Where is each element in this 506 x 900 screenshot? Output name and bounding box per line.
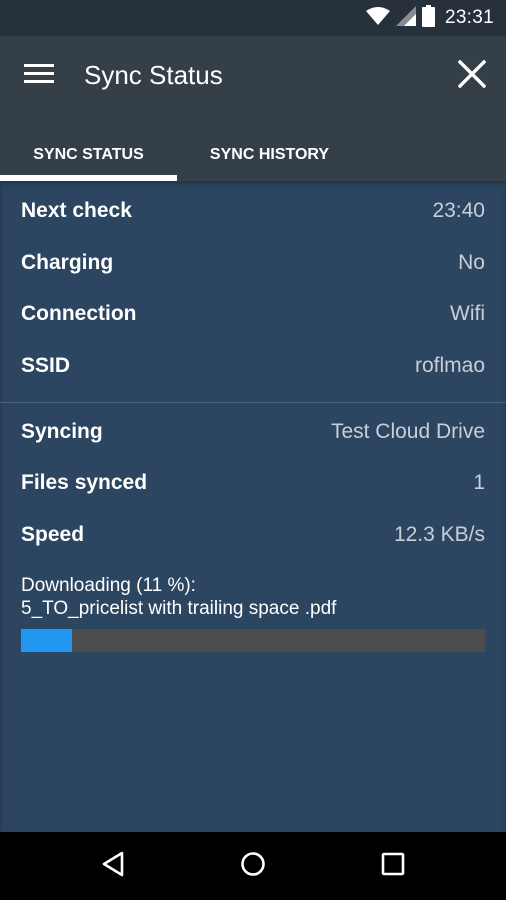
cell-signal-icon: [395, 5, 416, 31]
row-label: Charging: [21, 251, 114, 274]
row-label: Next check: [21, 199, 132, 222]
menu-button[interactable]: [18, 58, 60, 94]
app-bar: Sync Status SYNC STATUS SYNC HISTORY: [0, 36, 506, 181]
tab-sync-history-label: SYNC HISTORY: [209, 145, 330, 163]
row-value: Test Cloud Drive: [330, 420, 485, 443]
row-value: 23:40: [432, 199, 485, 222]
row-value: 12.3 KB/s: [393, 523, 485, 546]
home-button[interactable]: [231, 846, 275, 886]
battery-icon: [421, 4, 435, 32]
status-row-charging: Charging No: [0, 243, 506, 283]
recents-square-icon: [381, 852, 405, 881]
sync-row-syncing: Syncing Test Cloud Drive: [0, 412, 506, 452]
row-label: SSID: [21, 354, 71, 377]
status-time: 23:31: [444, 7, 494, 28]
download-status-line: Downloading (11 %):: [21, 575, 196, 596]
tab-sync-status[interactable]: SYNC STATUS: [0, 128, 177, 181]
sync-row-files-synced: Files synced 1: [0, 463, 506, 503]
download-file-name: 5_TO_pricelist with trailing space .pdf: [21, 598, 337, 619]
sync-row-speed: Speed 12.3 KB/s: [0, 515, 506, 555]
hamburger-menu-icon: [24, 63, 54, 89]
close-icon: [457, 59, 487, 93]
row-value: roflmao: [414, 354, 485, 377]
home-circle-icon: [240, 851, 266, 882]
row-value: No: [458, 251, 485, 274]
back-button[interactable]: [91, 846, 135, 886]
recents-button[interactable]: [371, 846, 415, 886]
download-progress-bar: [21, 629, 485, 652]
row-label: Connection: [21, 302, 137, 325]
row-value: 1: [473, 471, 485, 494]
status-icons: 23:31: [365, 0, 494, 36]
row-label: Syncing: [21, 420, 103, 443]
row-label: Files synced: [21, 471, 148, 494]
wifi-icon: [365, 6, 390, 31]
tab-sync-history[interactable]: SYNC HISTORY: [177, 128, 362, 181]
row-label: Speed: [21, 523, 85, 546]
close-button[interactable]: [452, 56, 492, 96]
download-progress-fill: [21, 629, 73, 652]
sync-status-panel: Next check 23:40 Charging No Connection …: [0, 181, 506, 832]
status-bar: 23:31: [0, 0, 506, 36]
row-value: Wifi: [450, 302, 485, 325]
status-row-connection: Connection Wifi: [0, 294, 506, 334]
tab-bar: SYNC STATUS SYNC HISTORY: [0, 128, 506, 181]
section-divider: [0, 402, 506, 403]
status-row-next-check: Next check 23:40: [0, 191, 506, 231]
tab-sync-status-label: SYNC STATUS: [33, 145, 144, 163]
page-title: Sync Status: [84, 60, 223, 90]
back-triangle-icon: [101, 851, 125, 882]
download-status: Downloading (11 %): 5_TO_pricelist with …: [21, 574, 336, 620]
system-nav-bar: [0, 832, 506, 900]
status-row-ssid: SSID roflmao: [0, 346, 506, 386]
